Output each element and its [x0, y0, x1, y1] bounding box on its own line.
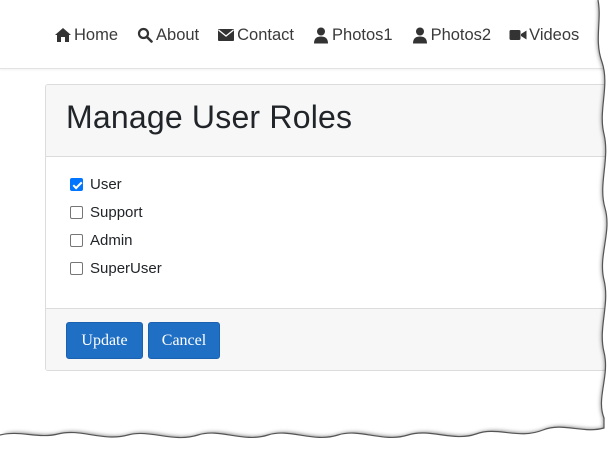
home-icon	[54, 26, 72, 44]
nav-label-photos1: Photos1	[332, 25, 393, 44]
role-option-user[interactable]: User	[70, 176, 122, 193]
nav-label-home: Home	[74, 25, 119, 44]
nav-item-more[interactable]	[597, 26, 616, 44]
list-icon	[597, 26, 615, 44]
page-title: Manage User Roles	[66, 99, 353, 135]
role-option-admin[interactable]: Admin	[70, 232, 133, 249]
search-icon	[136, 26, 154, 44]
user-icon	[312, 26, 330, 44]
video-camera-icon	[509, 26, 527, 44]
nav-item-photos2[interactable]: Photos2	[411, 25, 492, 45]
nav-label-about: About	[156, 25, 200, 44]
nav-item-contact[interactable]: Contact	[217, 26, 294, 45]
card-footer: Update Cancel	[46, 308, 616, 370]
role-label-admin: Admin	[90, 232, 133, 249]
navbar: Home About Contact Photos1 Photos2 Video…	[0, 0, 616, 69]
update-button[interactable]: Update	[66, 322, 143, 359]
nav-label-photos2: Photos2	[430, 25, 492, 44]
role-label-user: User	[90, 176, 122, 193]
card-body: User Support Admin SuperUser	[46, 157, 616, 308]
envelope-icon	[217, 26, 235, 44]
role-checkbox-superuser[interactable]	[70, 262, 83, 275]
nav-item-home[interactable]: Home	[54, 26, 118, 45]
card-header: Manage User Roles	[46, 85, 616, 157]
nav-item-videos[interactable]: Videos	[509, 26, 579, 45]
role-checkbox-user[interactable]	[70, 178, 83, 191]
role-option-superuser[interactable]: SuperUser	[70, 260, 162, 277]
role-label-support: Support	[90, 204, 143, 221]
cancel-button[interactable]: Cancel	[148, 322, 220, 359]
nav-item-photos1[interactable]: Photos1	[312, 26, 393, 45]
nav-item-about[interactable]: About	[136, 26, 199, 45]
role-label-superuser: SuperUser	[90, 260, 162, 277]
nav-label-videos: Videos	[529, 25, 580, 44]
nav-list: Home About Contact Photos1 Photos2 Video…	[54, 24, 616, 46]
nav-label-contact: Contact	[237, 25, 295, 44]
role-checkbox-admin[interactable]	[70, 234, 83, 247]
role-checkbox-support[interactable]	[70, 206, 83, 219]
user-icon	[411, 26, 429, 44]
role-option-support[interactable]: Support	[70, 204, 143, 221]
manage-roles-card: Manage User Roles User Support Admin Sup…	[45, 84, 616, 371]
